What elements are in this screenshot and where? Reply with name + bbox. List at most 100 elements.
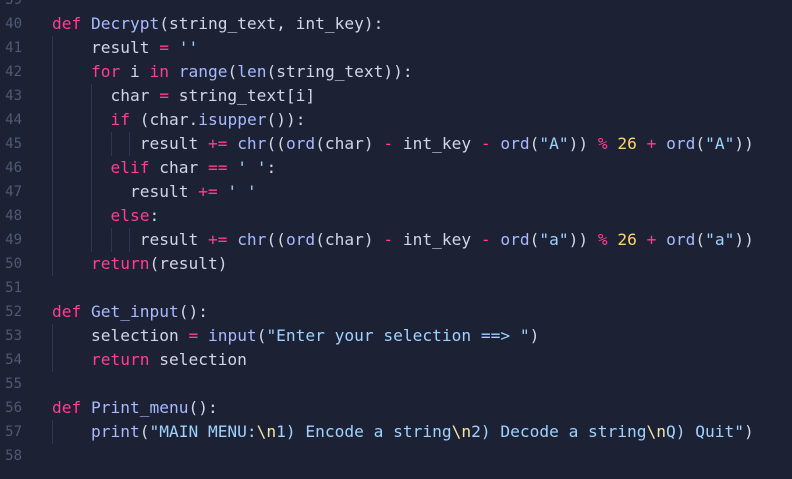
code-line[interactable]: 50 return(result) [0, 252, 792, 276]
code-token: (( [266, 134, 286, 153]
code-token: ord [285, 230, 316, 249]
line-code: result += chr((ord(char) - int_key - ord… [52, 228, 754, 252]
code-token: )) [568, 134, 598, 153]
code-token: for [90, 62, 121, 81]
code-token: len [237, 62, 267, 81]
code-token: + [646, 134, 657, 153]
code-line[interactable]: 42 for i in range(len(string_text)): [0, 60, 792, 84]
line-code: result += ' ' [52, 180, 257, 204]
code-token: - [383, 230, 394, 249]
code-token: result [52, 230, 208, 249]
code-token: char [149, 158, 208, 177]
code-token: = [159, 38, 169, 57]
code-token: "MAIN MENU: [149, 422, 257, 441]
code-token: (result) [149, 254, 228, 273]
line-number: 42 [5, 64, 22, 80]
code-line[interactable]: 41 result = '' [0, 36, 792, 60]
code-line[interactable]: 49 result += chr((ord(char) - int_key - … [0, 228, 792, 252]
code-line[interactable]: 56 def Print_menu(): [0, 396, 792, 420]
code-token: ) [529, 326, 540, 345]
code-token: '' [168, 38, 199, 57]
code-token: 26 [617, 134, 637, 153]
code-line[interactable]: 51 [0, 276, 792, 300]
line-code: char = string_text[i] [52, 84, 315, 108]
code-line[interactable]: 57 print("MAIN MENU:\n1) Encode a string… [0, 420, 792, 444]
code-token: return [90, 350, 150, 369]
line-code: def Get_input(): [52, 300, 208, 324]
code-token: \n [646, 422, 667, 441]
line-number: 47 [5, 184, 22, 200]
line-number: 56 [5, 400, 22, 416]
code-token: char [52, 86, 160, 105]
line-number: 57 [5, 424, 22, 440]
code-token: else [110, 206, 150, 225]
code-token: ( [256, 326, 267, 345]
code-token: ( [695, 134, 706, 153]
code-token: - [480, 134, 491, 153]
line-number: 40 [5, 16, 22, 32]
line-number: 52 [5, 304, 22, 320]
line-code: def Decrypt(string_text, int_key): [52, 12, 383, 36]
code-token: def [52, 398, 91, 417]
line-number: 44 [5, 112, 22, 128]
code-token: (char) [315, 134, 384, 153]
code-line[interactable]: 43 char = string_text[i] [0, 84, 792, 108]
code-line[interactable]: 47 result += ' ' [0, 180, 792, 204]
code-editor[interactable]: 39 40 def Decrypt(string_text, int_key): 41… [0, 0, 792, 479]
code-token: range [178, 62, 228, 81]
code-token: ( [139, 422, 150, 441]
code-line[interactable]: 55 [0, 372, 792, 396]
code-token: + [646, 230, 657, 249]
code-token: ' ' [227, 158, 267, 177]
code-token: += [207, 230, 228, 249]
code-token: ord [666, 230, 696, 249]
code-token: selection [149, 350, 247, 369]
code-token: input [207, 326, 257, 345]
line-code: print("MAIN MENU:\n1) Encode a string\n2… [52, 420, 754, 444]
code-token: string_text[i] [168, 86, 316, 105]
code-token: )) [568, 230, 598, 249]
line-code: return selection [52, 348, 247, 372]
code-line[interactable]: 40 def Decrypt(string_text, int_key): [0, 12, 792, 36]
code-token: print [90, 422, 140, 441]
code-token: chr [237, 134, 267, 153]
code-token: )) [734, 230, 754, 249]
code-token: in [149, 62, 169, 81]
code-line[interactable]: 46 elif char == ' ': [0, 156, 792, 180]
code-line[interactable]: 45 result += chr((ord(char) - int_key - … [0, 132, 792, 156]
code-token: 26 [617, 230, 637, 249]
code-token: (string_text)): [266, 62, 413, 81]
code-line[interactable]: 48 else: [0, 204, 792, 228]
code-token: % [597, 230, 608, 249]
code-line[interactable]: 39 [0, 0, 792, 12]
code-token: elif [110, 158, 150, 177]
code-line[interactable]: 54 return selection [0, 348, 792, 372]
code-token: = [159, 86, 169, 105]
code-token: ord [666, 134, 696, 153]
line-number: 58 [5, 448, 22, 464]
code-line[interactable]: 52 def Get_input(): [0, 300, 792, 324]
line-number: 45 [5, 136, 22, 152]
code-token: def [52, 302, 91, 321]
code-token: ' ' [217, 182, 257, 201]
code-line[interactable]: 44 if (char.isupper()): [0, 108, 792, 132]
code-line[interactable]: 58 [0, 444, 792, 468]
code-token: result [52, 182, 199, 201]
code-token: ()): [266, 110, 306, 129]
line-code: result = '' [52, 36, 198, 60]
code-line[interactable]: 53 selection = input("Enter your selecti… [0, 324, 792, 348]
